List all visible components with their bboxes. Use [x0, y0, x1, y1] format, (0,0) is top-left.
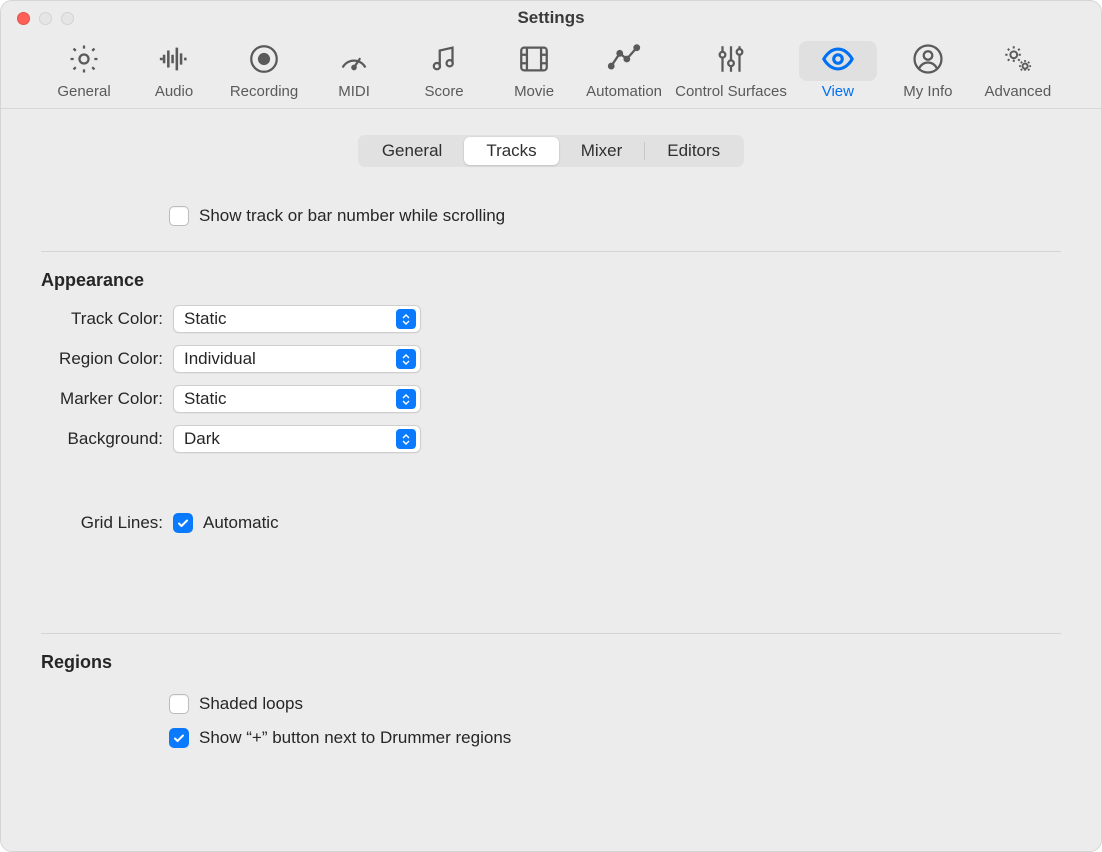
section-regions-title: Regions — [41, 652, 1061, 673]
minimize-window-button[interactable] — [39, 12, 52, 25]
content-area: General Tracks Mixer Editors Show track … — [1, 109, 1101, 851]
tab-label: View — [822, 83, 854, 100]
gears-icon — [1001, 42, 1035, 81]
tab-score[interactable]: Score — [399, 39, 489, 102]
label-region-color: Region Color: — [41, 349, 173, 369]
tab-label: Advanced — [985, 83, 1052, 100]
music-notes-icon — [427, 42, 461, 81]
tab-advanced[interactable]: Advanced — [973, 39, 1063, 102]
tab-label: Recording — [230, 83, 298, 100]
subtab-general[interactable]: General — [360, 137, 464, 165]
film-icon — [517, 42, 551, 81]
select-background[interactable]: Dark — [173, 425, 421, 453]
row-grid-lines: Grid Lines: Automatic — [41, 513, 1061, 533]
section-appearance-title: Appearance — [41, 270, 1061, 291]
automation-curve-icon — [607, 42, 641, 81]
midi-gauge-icon — [337, 42, 371, 81]
person-circle-icon — [911, 42, 945, 81]
label-background: Background: — [41, 429, 173, 449]
tab-label: Movie — [514, 83, 554, 100]
subtab-tracks[interactable]: Tracks — [464, 137, 558, 165]
tab-recording[interactable]: Recording — [219, 39, 309, 102]
label-show-track-bar: Show track or bar number while scrolling — [199, 206, 505, 226]
row-track-color: Track Color: Static — [41, 305, 1061, 333]
row-marker-color: Marker Color: Static — [41, 385, 1061, 413]
divider — [41, 251, 1061, 252]
label-shaded-loops: Shaded loops — [199, 694, 303, 714]
label-grid-lines: Grid Lines: — [41, 513, 173, 533]
select-stepper-icon — [396, 309, 416, 329]
label-track-color: Track Color: — [41, 309, 173, 329]
select-value: Static — [184, 389, 227, 409]
tab-control-surfaces[interactable]: Control Surfaces — [669, 39, 793, 102]
select-value: Dark — [184, 429, 220, 449]
row-shaded-loops: Shaded loops — [41, 687, 1061, 721]
sliders-icon — [714, 42, 748, 81]
settings-panel: Show track or bar number while scrolling… — [19, 183, 1083, 833]
checkbox-show-track-bar[interactable] — [169, 206, 189, 226]
close-window-button[interactable] — [17, 12, 30, 25]
select-stepper-icon — [396, 349, 416, 369]
tab-label: My Info — [903, 83, 952, 100]
checkbox-grid-lines[interactable] — [173, 513, 193, 533]
subtab-mixer[interactable]: Mixer — [559, 137, 645, 165]
value-grid-lines: Automatic — [203, 513, 279, 533]
row-background: Background: Dark — [41, 425, 1061, 453]
select-track-color[interactable]: Static — [173, 305, 421, 333]
zoom-window-button[interactable] — [61, 12, 74, 25]
select-value: Static — [184, 309, 227, 329]
window-controls — [1, 12, 74, 25]
select-marker-color[interactable]: Static — [173, 385, 421, 413]
label-show-plus-drummer: Show “+” button next to Drummer regions — [199, 728, 511, 748]
subtab-control: General Tracks Mixer Editors — [358, 135, 744, 167]
tab-movie[interactable]: Movie — [489, 39, 579, 102]
tab-automation[interactable]: Automation — [579, 39, 669, 102]
gear-icon — [67, 42, 101, 81]
select-region-color[interactable]: Individual — [173, 345, 421, 373]
label-marker-color: Marker Color: — [41, 389, 173, 409]
tab-my-info[interactable]: My Info — [883, 39, 973, 102]
eye-icon — [821, 42, 855, 81]
subtab-editors[interactable]: Editors — [645, 137, 742, 165]
tab-label: General — [57, 83, 110, 100]
tab-label: Audio — [155, 83, 193, 100]
select-stepper-icon — [396, 389, 416, 409]
tab-audio[interactable]: Audio — [129, 39, 219, 102]
settings-window: Settings General Audio Recording MI — [0, 0, 1102, 852]
row-region-color: Region Color: Individual — [41, 345, 1061, 373]
divider — [41, 633, 1061, 634]
row-show-track-bar: Show track or bar number while scrolling — [41, 199, 1061, 233]
checkbox-shaded-loops[interactable] — [169, 694, 189, 714]
tab-label: Score — [424, 83, 463, 100]
tab-label: Control Surfaces — [675, 83, 787, 100]
row-show-plus-drummer: Show “+” button next to Drummer regions — [41, 721, 1061, 755]
select-value: Individual — [184, 349, 256, 369]
select-stepper-icon — [396, 429, 416, 449]
waveform-icon — [157, 42, 191, 81]
tab-midi[interactable]: MIDI — [309, 39, 399, 102]
checkbox-show-plus-drummer[interactable] — [169, 728, 189, 748]
tab-label: Automation — [586, 83, 662, 100]
record-icon — [247, 42, 281, 81]
titlebar: Settings — [1, 1, 1101, 35]
window-title: Settings — [1, 8, 1101, 28]
tab-view[interactable]: View — [793, 39, 883, 102]
tab-general[interactable]: General — [39, 39, 129, 102]
preferences-toolbar: General Audio Recording MIDI Score — [1, 35, 1101, 108]
tab-label: MIDI — [338, 83, 370, 100]
